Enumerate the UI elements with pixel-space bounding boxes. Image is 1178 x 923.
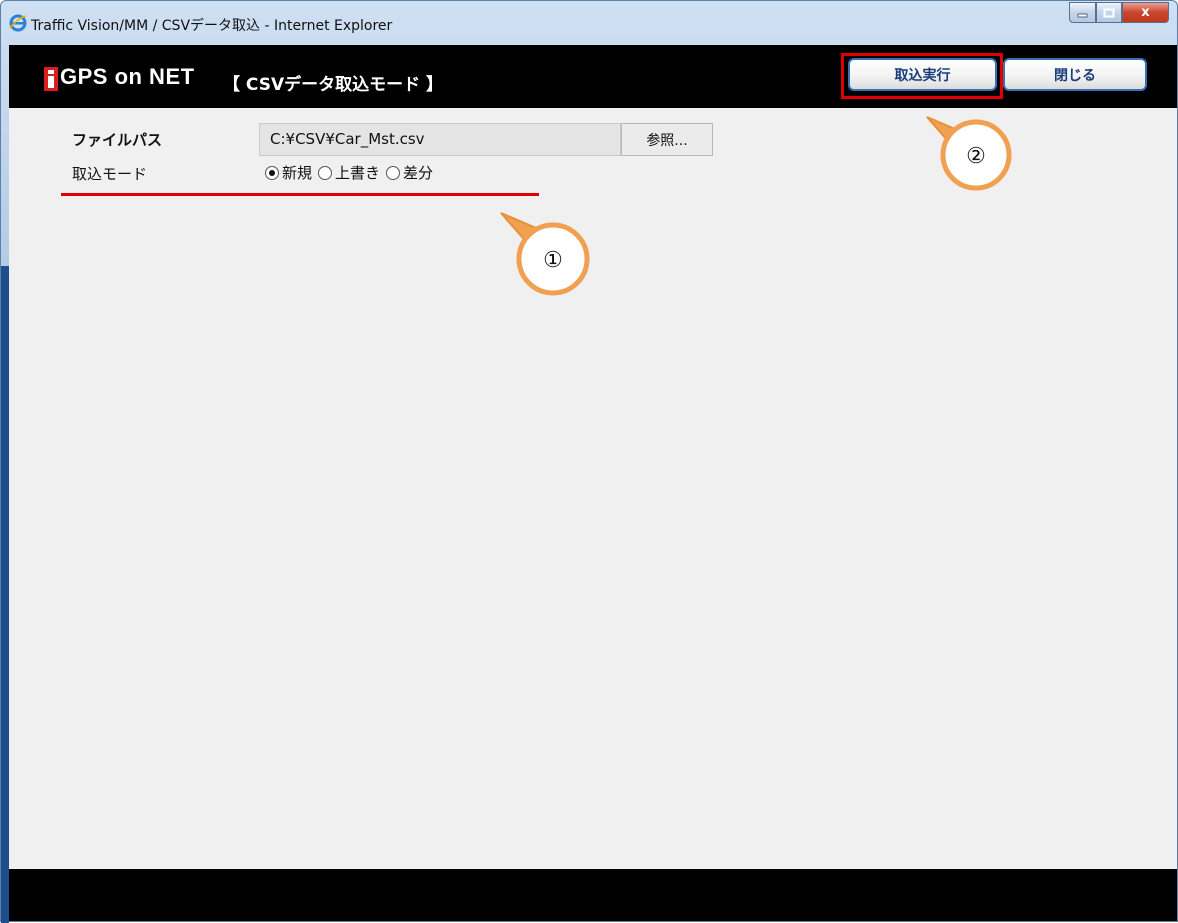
maximize-button[interactable] <box>1096 2 1122 23</box>
minimize-button[interactable] <box>1069 2 1096 23</box>
radio-option-diff[interactable]: 差分 <box>386 162 433 183</box>
radio-overwrite-label: 上書き <box>335 164 381 182</box>
title-bar[interactable]: Traffic Vision/MM / CSVデータ取込 - Internet … <box>1 1 1177 45</box>
highlight-box-execute <box>841 53 1003 99</box>
minimize-icon <box>1077 13 1087 17</box>
close-window-button[interactable]: x <box>1122 2 1169 23</box>
radio-new[interactable] <box>265 165 279 180</box>
maximize-icon <box>1103 8 1115 17</box>
file-path-label: ファイルパス <box>72 131 163 149</box>
import-mode-label: 取込モード <box>72 165 148 183</box>
close-icon: x <box>1141 5 1150 20</box>
browse-button[interactable]: 参照... <box>621 123 713 156</box>
radio-diff-label: 差分 <box>403 164 434 182</box>
file-path-field[interactable]: C:¥CSV¥Car_Mst.csv <box>259 123 621 156</box>
import-mode-radio-group: 新規 上書き 差分 <box>265 162 439 183</box>
window-left-edge <box>1 266 9 923</box>
radio-diff[interactable] <box>386 165 401 180</box>
page-title: 【 CSVデータ取込モード 】 <box>223 75 444 95</box>
app-logo-text: GPS on NET <box>60 64 195 89</box>
internet-explorer-icon <box>9 14 27 32</box>
window-title: Traffic Vision/MM / CSVデータ取込 - Internet … <box>31 18 393 34</box>
radio-overwrite[interactable] <box>318 165 333 180</box>
window-controls: x <box>1069 2 1169 24</box>
close-button[interactable]: 閉じる <box>1003 58 1147 91</box>
callout-2: ② <box>926 116 1012 191</box>
radio-option-new[interactable]: 新規 <box>265 162 312 183</box>
radio-new-label: 新規 <box>282 164 313 182</box>
highlight-underline <box>61 193 539 196</box>
callout-2-label: ② <box>966 144 986 169</box>
app-header: GPS on NET 【 CSVデータ取込モード 】 取込実行 閉じる <box>9 45 1177 108</box>
igps-logo-icon <box>44 67 58 91</box>
radio-option-overwrite[interactable]: 上書き <box>318 162 380 183</box>
app-footer <box>9 869 1177 921</box>
callout-1: ① <box>500 212 590 296</box>
browser-window: Traffic Vision/MM / CSVデータ取込 - Internet … <box>0 0 1178 923</box>
callout-1-label: ① <box>543 248 563 273</box>
